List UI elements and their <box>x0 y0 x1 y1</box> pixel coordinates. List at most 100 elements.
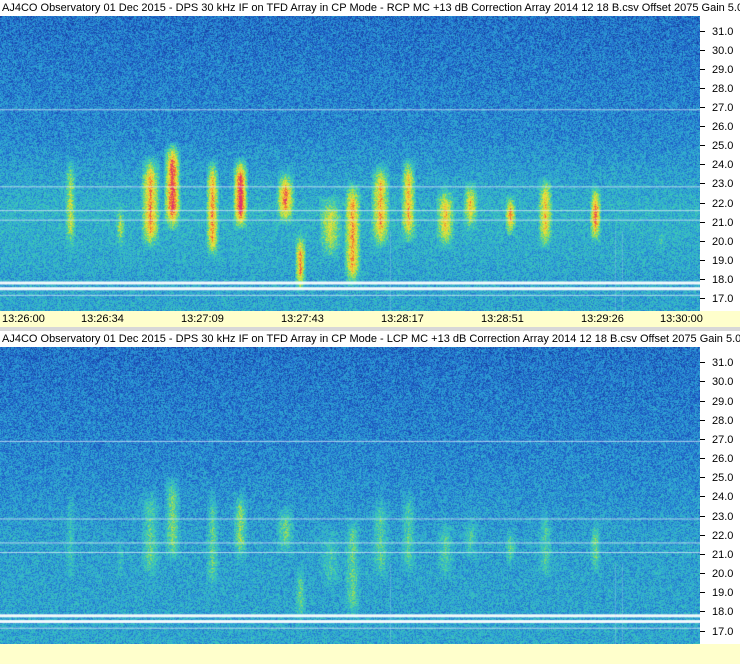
y-tick: 30.0 <box>700 44 740 58</box>
y-tick-mark <box>700 259 705 261</box>
y-tick-label: 27.0 <box>712 102 734 115</box>
rcp-x-axis: 13:26:00 13:26:34 13:27:09 13:27:43 13:28:17… <box>0 311 740 327</box>
y-tick-mark <box>700 477 705 479</box>
y-tick-mark <box>700 611 705 613</box>
y-tick: 18.0 <box>700 273 740 287</box>
x-tick-label: 13:27:09 <box>181 313 224 325</box>
y-tick-label: 21.0 <box>712 548 734 561</box>
x-tick-label: 13:29:26 <box>581 313 624 325</box>
rcp-panel: AJ4CO Observatory 01 Dec 2015 - DPS 30 k… <box>0 0 740 328</box>
y-tick: 31.0 <box>700 356 740 370</box>
y-tick-mark <box>700 221 705 223</box>
y-tick: 22.0 <box>700 529 740 543</box>
rcp-spectrogram-canvas <box>0 16 700 311</box>
y-tick-mark <box>700 534 705 536</box>
y-tick-mark <box>700 278 705 280</box>
y-tick-label: 28.0 <box>712 414 734 427</box>
y-tick-mark <box>700 164 705 166</box>
y-tick: 23.0 <box>700 510 740 524</box>
y-tick-label: 31.0 <box>712 357 734 370</box>
y-tick: 24.0 <box>700 158 740 172</box>
rcp-y-axis: 31.0 30.0 29.0 28.0 27.0 26.0 25.0 24.0 23.0 22.0… <box>700 16 740 311</box>
y-tick: 21.0 <box>700 548 740 562</box>
y-tick-label: 17.0 <box>712 625 734 638</box>
y-tick: 21.0 <box>700 216 740 230</box>
y-tick-label: 29.0 <box>712 395 734 408</box>
lcp-spectrogram <box>0 347 700 644</box>
x-tick-label: 13:28:17 <box>381 313 424 325</box>
y-tick-label: 26.0 <box>712 121 734 134</box>
y-tick-label: 20.0 <box>712 568 734 581</box>
x-tick-label: 13:27:43 <box>281 313 324 325</box>
rcp-chart-title: AJ4CO Observatory 01 Dec 2015 - DPS 30 k… <box>0 0 740 16</box>
y-tick-mark <box>700 573 705 575</box>
y-tick-mark <box>700 50 705 52</box>
y-tick: 17.0 <box>700 292 740 306</box>
y-tick: 20.0 <box>700 235 740 249</box>
rcp-spectrogram <box>0 16 700 311</box>
y-tick-label: 18.0 <box>712 606 734 619</box>
y-tick-label: 23.0 <box>712 510 734 523</box>
y-tick-mark <box>700 419 705 421</box>
y-tick-label: 19.0 <box>712 587 734 600</box>
y-tick-mark <box>700 183 705 185</box>
y-tick-mark <box>700 592 705 594</box>
y-tick-mark <box>700 438 705 440</box>
y-tick-mark <box>700 31 705 33</box>
y-tick-label: 28.0 <box>712 83 734 96</box>
lcp-spectrogram-canvas <box>0 347 700 644</box>
x-tick-label: 13:26:34 <box>81 313 124 325</box>
lcp-y-axis: 31.0 30.0 29.0 28.0 27.0 26.0 25.0 24.0 23.0 22.0… <box>700 347 740 644</box>
y-tick-mark <box>700 240 705 242</box>
y-tick-label: 29.0 <box>712 64 734 77</box>
y-tick: 18.0 <box>700 605 740 619</box>
y-tick: 27.0 <box>700 101 740 115</box>
y-tick-mark <box>700 145 705 147</box>
y-tick-label: 24.0 <box>712 159 734 172</box>
y-tick: 29.0 <box>700 395 740 409</box>
y-tick: 17.0 <box>700 625 740 639</box>
y-tick-label: 17.0 <box>712 292 734 305</box>
y-tick: 22.0 <box>700 197 740 211</box>
lcp-chart-title: AJ4CO Observatory 01 Dec 2015 - DPS 30 k… <box>0 331 740 347</box>
y-tick-mark <box>700 107 705 109</box>
y-tick: 30.0 <box>700 375 740 389</box>
y-tick-label: 20.0 <box>712 235 734 248</box>
x-tick-label: 13:26:00 <box>2 313 45 325</box>
y-tick-label: 26.0 <box>712 453 734 466</box>
y-tick-mark <box>700 297 705 299</box>
y-tick-mark <box>700 515 705 517</box>
y-tick: 23.0 <box>700 177 740 191</box>
y-tick-mark <box>700 88 705 90</box>
x-tick-label: 13:28:51 <box>481 313 524 325</box>
y-tick-label: 23.0 <box>712 178 734 191</box>
y-tick-mark <box>700 362 705 364</box>
y-tick-mark <box>700 630 705 632</box>
x-tick-label: 13:30:00 <box>660 313 703 325</box>
y-tick-mark <box>700 458 705 460</box>
y-tick: 24.0 <box>700 490 740 504</box>
y-tick: 28.0 <box>700 82 740 96</box>
y-tick-label: 19.0 <box>712 254 734 267</box>
y-tick-label: 24.0 <box>712 491 734 504</box>
y-tick: 25.0 <box>700 471 740 485</box>
y-tick-mark <box>700 553 705 555</box>
y-tick-label: 18.0 <box>712 273 734 286</box>
y-tick-mark <box>700 126 705 128</box>
y-tick-label: 22.0 <box>712 197 734 210</box>
y-tick: 31.0 <box>700 25 740 39</box>
y-tick: 27.0 <box>700 433 740 447</box>
y-tick-mark <box>700 202 705 204</box>
y-tick: 26.0 <box>700 452 740 466</box>
y-tick: 20.0 <box>700 567 740 581</box>
y-tick-label: 22.0 <box>712 529 734 542</box>
y-tick-label: 25.0 <box>712 140 734 153</box>
y-tick: 28.0 <box>700 414 740 428</box>
y-tick: 29.0 <box>700 63 740 77</box>
y-tick-mark <box>700 496 705 498</box>
y-tick: 19.0 <box>700 586 740 600</box>
y-tick-label: 30.0 <box>712 376 734 389</box>
y-tick-label: 21.0 <box>712 216 734 229</box>
y-tick-mark <box>700 400 705 402</box>
y-tick-label: 30.0 <box>712 45 734 58</box>
